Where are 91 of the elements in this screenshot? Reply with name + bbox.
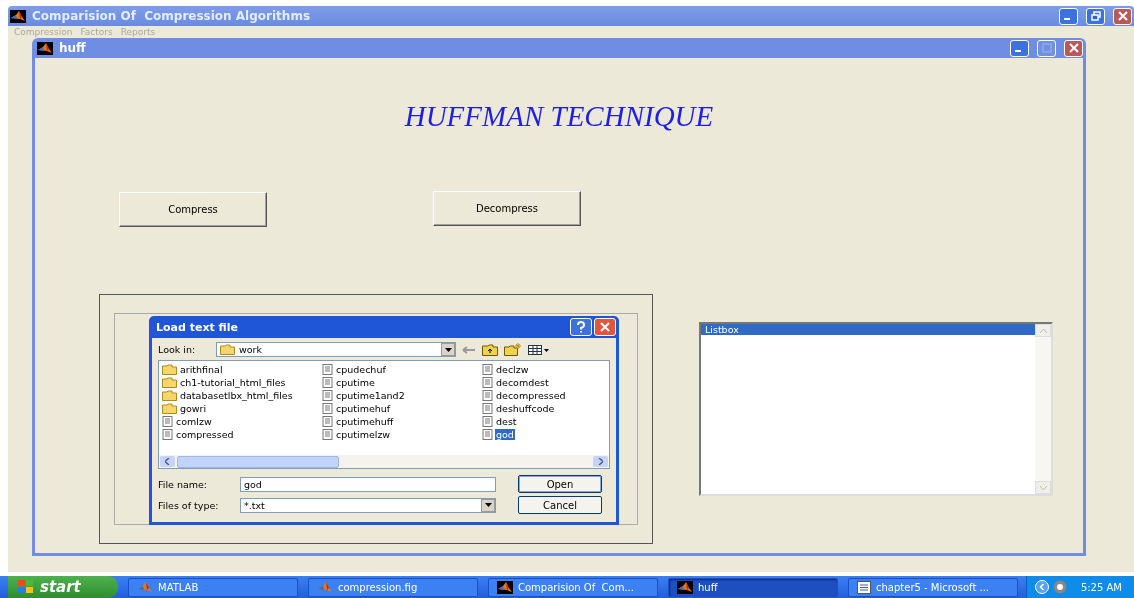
minimize-icon bbox=[1015, 50, 1021, 52]
new-folder-icon[interactable] bbox=[504, 343, 522, 356]
file-item[interactable]: cputimelzw bbox=[322, 428, 482, 441]
file-type-dropdown[interactable]: *.txt bbox=[240, 497, 496, 513]
view-menu-icon[interactable] bbox=[528, 344, 550, 355]
file-item[interactable]: cputimehuf bbox=[322, 402, 482, 415]
compress-button[interactable]: Compress bbox=[119, 192, 267, 227]
up-folder-icon[interactable] bbox=[482, 343, 498, 356]
help-button[interactable] bbox=[570, 318, 592, 336]
caret-icon bbox=[484, 503, 492, 507]
matlab-logo-icon bbox=[10, 9, 26, 23]
maximize-icon bbox=[1041, 43, 1052, 53]
help-icon bbox=[576, 321, 586, 333]
file-item[interactable]: cputime bbox=[322, 376, 482, 389]
taskbar-button[interactable]: Comparision Of Com... bbox=[488, 577, 658, 597]
file-item[interactable]: cpudechuf bbox=[322, 363, 482, 376]
tray-app-icon[interactable] bbox=[1052, 580, 1067, 594]
file-item[interactable]: deshuffcode bbox=[482, 402, 606, 415]
folder-icon bbox=[162, 403, 177, 414]
file-item[interactable]: dest bbox=[482, 415, 606, 428]
file-item[interactable]: decomdest bbox=[482, 376, 606, 389]
document-icon bbox=[162, 429, 173, 440]
list-item[interactable]: Listbox bbox=[701, 324, 1035, 335]
open-button[interactable]: Open bbox=[518, 475, 602, 493]
close-icon bbox=[1068, 43, 1079, 53]
close-button[interactable] bbox=[1064, 39, 1083, 57]
field-label: File name: bbox=[158, 478, 209, 490]
file-item[interactable]: arithfinal bbox=[162, 363, 322, 376]
window-title: Comparision Of Compression Algorithms bbox=[32, 9, 312, 23]
matlab-logo-icon bbox=[137, 580, 153, 594]
document-icon bbox=[482, 429, 493, 440]
taskbar-button[interactable]: huff bbox=[668, 577, 838, 597]
field-label: Files of type: bbox=[158, 499, 220, 511]
caret-icon bbox=[444, 347, 452, 352]
decompress-button[interactable]: Decompress bbox=[433, 191, 581, 226]
document-icon bbox=[322, 403, 333, 414]
dialog-title: Load text file bbox=[156, 320, 239, 334]
document-icon bbox=[322, 377, 333, 388]
close-button[interactable] bbox=[594, 318, 616, 336]
taskbar-button[interactable]: MATLAB bbox=[128, 577, 298, 597]
horizontal-scrollbar[interactable] bbox=[159, 455, 609, 468]
document-icon bbox=[482, 416, 493, 427]
clock: 5:25 AM bbox=[1080, 581, 1122, 593]
matlab-logo-icon bbox=[317, 580, 333, 594]
field-label: Look in: bbox=[158, 344, 197, 355]
minimize-button[interactable] bbox=[1059, 7, 1078, 25]
folder-icon bbox=[162, 364, 177, 375]
file-item[interactable]: databasetlbx_html_files bbox=[162, 389, 322, 402]
windows-logo-icon bbox=[18, 580, 34, 594]
close-button[interactable] bbox=[1113, 7, 1132, 25]
scrollbar-thumb[interactable] bbox=[177, 455, 339, 468]
file-item[interactable]: comlzw bbox=[162, 415, 322, 428]
taskbar-button[interactable]: compression.fig bbox=[308, 577, 478, 597]
back-arrow-icon[interactable] bbox=[462, 344, 476, 355]
window-title: huff bbox=[59, 41, 87, 55]
folder-icon bbox=[162, 390, 177, 401]
matlab-logo-icon bbox=[37, 41, 53, 55]
file-name-field[interactable]: god bbox=[240, 476, 496, 492]
taskbar-button[interactable]: chapter5 - Microsoft ... bbox=[848, 577, 1018, 597]
file-item[interactable]: god bbox=[482, 428, 606, 441]
restore-icon bbox=[1090, 11, 1101, 21]
document-icon bbox=[482, 390, 493, 401]
file-item[interactable]: ch1-tutorial_html_files bbox=[162, 376, 322, 389]
document-icon bbox=[482, 364, 493, 375]
look-in-dropdown[interactable]: work bbox=[216, 342, 456, 357]
file-item[interactable]: gowri bbox=[162, 402, 322, 415]
document-icon bbox=[162, 416, 173, 427]
heading: HUFFMAN TECHNIQUE bbox=[403, 100, 715, 133]
minimize-icon bbox=[1064, 18, 1070, 20]
document-icon bbox=[322, 429, 333, 440]
document-icon bbox=[482, 403, 493, 414]
file-item[interactable]: cputime1and2 bbox=[322, 389, 482, 402]
close-icon bbox=[1117, 11, 1128, 21]
folder-icon bbox=[220, 344, 235, 355]
folder-icon bbox=[162, 377, 177, 388]
restore-button[interactable] bbox=[1086, 7, 1105, 25]
file-item[interactable]: cputimehuff bbox=[322, 415, 482, 428]
document-icon bbox=[322, 416, 333, 427]
document-icon bbox=[322, 364, 333, 375]
minimize-button[interactable] bbox=[1010, 39, 1029, 57]
document-icon bbox=[322, 390, 333, 401]
file-item[interactable]: declzw bbox=[482, 363, 606, 376]
document-icon bbox=[482, 377, 493, 388]
file-item[interactable]: compressed bbox=[162, 428, 322, 441]
matlab-logo-icon bbox=[677, 580, 693, 594]
close-icon bbox=[600, 322, 610, 332]
document-icon bbox=[857, 580, 871, 594]
file-item[interactable]: decompressed bbox=[482, 389, 606, 402]
maximize-button[interactable] bbox=[1037, 39, 1056, 57]
cancel-button[interactable]: Cancel bbox=[518, 496, 602, 514]
matlab-logo-icon bbox=[497, 580, 513, 594]
